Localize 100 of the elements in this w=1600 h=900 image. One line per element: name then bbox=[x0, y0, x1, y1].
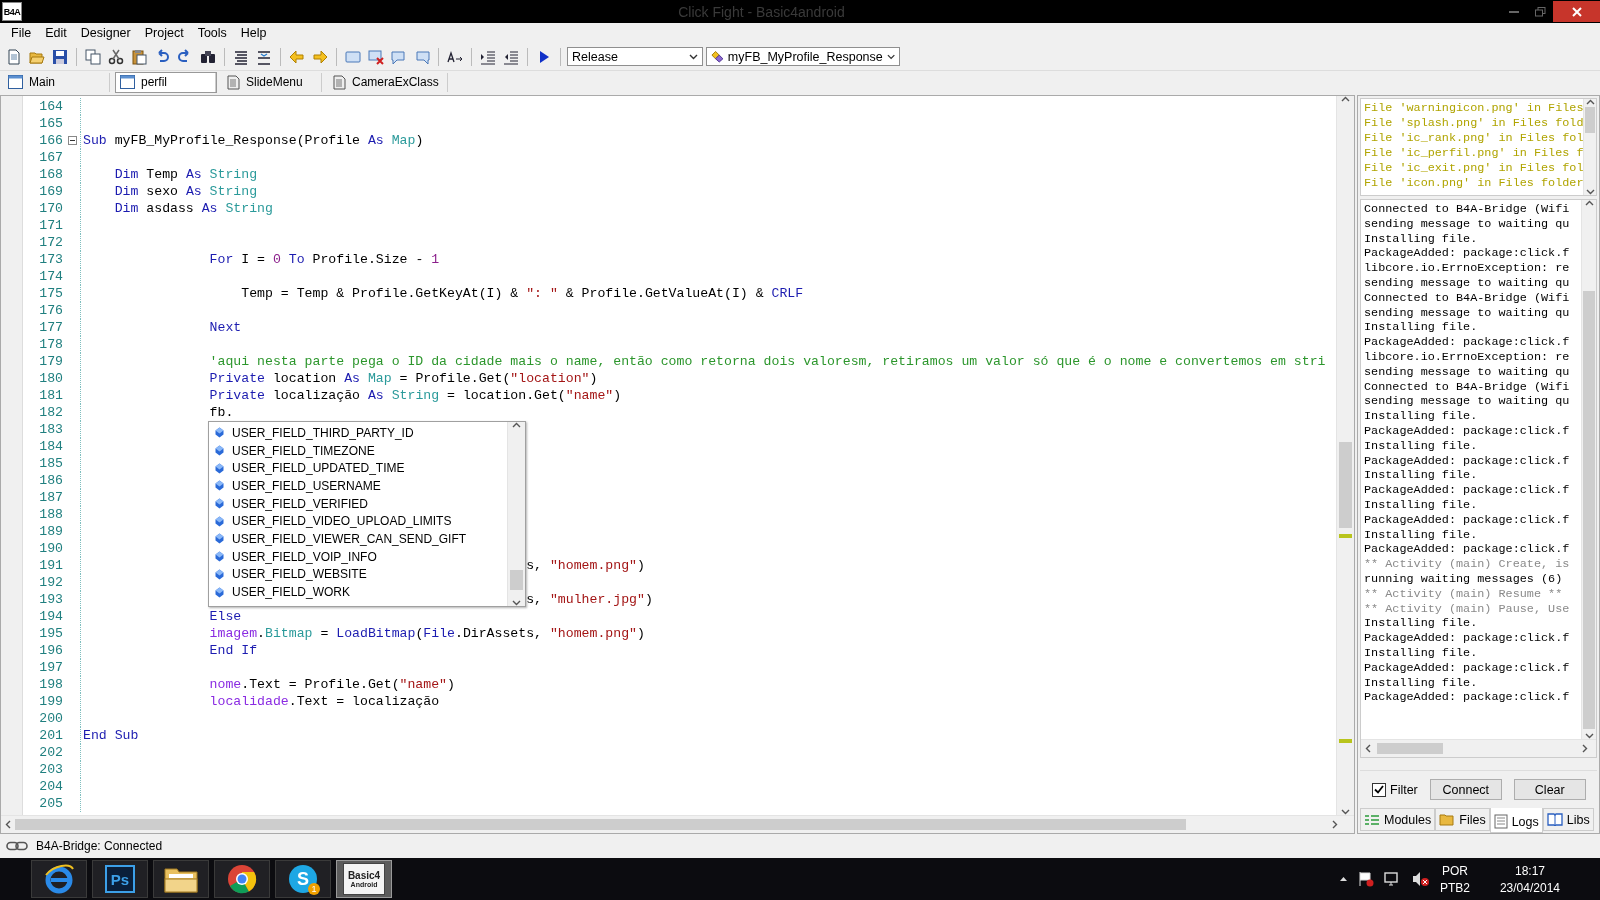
menu-item[interactable]: Help bbox=[233, 26, 274, 40]
panel-tab[interactable]: Modules bbox=[1360, 808, 1436, 831]
module-tab[interactable]: SlideMenu bbox=[222, 72, 322, 92]
panel-button[interactable]: Clear bbox=[1513, 779, 1586, 800]
menu-item[interactable]: Project bbox=[137, 26, 191, 40]
scroll-down-icon[interactable] bbox=[512, 600, 521, 606]
log-line: sending message to waiting qu bbox=[1364, 305, 1571, 321]
autocomplete-item[interactable]: USER_FIELD_WORK bbox=[209, 583, 507, 601]
scroll-down-icon[interactable] bbox=[1585, 189, 1595, 195]
panel-tab[interactable]: Files bbox=[1435, 808, 1490, 831]
log-line: Installing file. bbox=[1364, 497, 1479, 513]
outdent-icon[interactable] bbox=[503, 48, 519, 65]
line-number: 205 bbox=[38, 796, 64, 811]
filter-checkbox[interactable]: Filter bbox=[1372, 782, 1418, 797]
caret-icon[interactable] bbox=[689, 53, 698, 60]
scroll-right-icon[interactable] bbox=[1332, 820, 1338, 829]
scroll-thumb[interactable] bbox=[15, 819, 1186, 830]
flag-icon[interactable] bbox=[1357, 871, 1374, 887]
arrow-right-icon[interactable] bbox=[312, 48, 328, 65]
chevron-up-icon[interactable] bbox=[1338, 876, 1348, 882]
module-tab[interactable]: CameraExClass bbox=[328, 72, 448, 92]
taskbar-button[interactable]: Ps bbox=[92, 860, 148, 898]
scrollbar[interactable] bbox=[1581, 200, 1596, 739]
scroll-left-icon[interactable] bbox=[1365, 744, 1371, 753]
scroll-thumb[interactable] bbox=[1583, 291, 1595, 729]
menu-item[interactable]: Edit bbox=[38, 26, 74, 40]
menu-item[interactable]: Tools bbox=[190, 26, 234, 40]
autocomplete-item[interactable]: USER_FIELD_VIDEO_UPLOAD_LIMITS bbox=[209, 512, 507, 531]
lines-icon[interactable] bbox=[233, 48, 249, 65]
menu-item[interactable]: File bbox=[4, 26, 39, 40]
new-file-icon[interactable] bbox=[6, 48, 22, 65]
line-number: 168 bbox=[38, 167, 64, 182]
scroll-thumb[interactable] bbox=[1585, 107, 1595, 133]
autocomplete-item[interactable]: USER_FIELD_VOIP_INFO bbox=[209, 547, 507, 566]
autocomplete-item[interactable]: USER_FIELD_THIRD_PARTY_ID bbox=[209, 424, 507, 442]
sub-dropdown[interactable]: myFB_MyProfile_Response bbox=[706, 47, 900, 66]
scroll-thumb[interactable] bbox=[510, 570, 523, 590]
line-number: 195 bbox=[38, 626, 64, 641]
scrollbar[interactable] bbox=[507, 422, 525, 606]
field-icon bbox=[215, 445, 224, 457]
clock-date[interactable]: 23/04/2014 bbox=[1499, 880, 1560, 895]
scroll-left-icon[interactable] bbox=[5, 820, 11, 829]
autocomplete-item[interactable]: USER_FIELD_VERIFIED bbox=[209, 494, 507, 513]
indent-icon[interactable] bbox=[480, 48, 496, 65]
line-number: 191 bbox=[38, 558, 64, 573]
scroll-up-icon[interactable] bbox=[1584, 200, 1594, 206]
line-number: 178 bbox=[38, 337, 64, 352]
scroll-up-icon[interactable] bbox=[512, 422, 521, 428]
log-line: sending message to waiting qu bbox=[1364, 364, 1571, 380]
speaker-muted-icon[interactable] bbox=[1411, 871, 1430, 887]
build-config-dropdown[interactable]: Release bbox=[567, 47, 703, 66]
scrollbar[interactable] bbox=[1361, 739, 1596, 757]
scroll-right-icon[interactable] bbox=[1582, 744, 1588, 753]
taskbar-button[interactable] bbox=[31, 860, 87, 898]
language-indicator[interactable]: POR bbox=[1441, 863, 1468, 878]
caret-icon[interactable] bbox=[886, 53, 895, 60]
binoculars-icon[interactable] bbox=[200, 48, 216, 65]
window-cross-icon[interactable] bbox=[368, 48, 384, 65]
speech-left-icon[interactable] bbox=[391, 48, 407, 65]
line-number: 165 bbox=[38, 116, 64, 131]
scrollbar[interactable] bbox=[1583, 99, 1596, 195]
warning-line: File 'icon.png' in Files folder bbox=[1364, 176, 1584, 191]
autocomplete-item[interactable]: USER_FIELD_WEBSITE bbox=[209, 565, 507, 584]
scrollbar[interactable] bbox=[1, 815, 1354, 833]
panel-tab[interactable]: Logs bbox=[1489, 808, 1543, 833]
clock-time[interactable]: 18:17 bbox=[1514, 863, 1545, 878]
scissors-icon[interactable] bbox=[108, 48, 124, 65]
autocomplete-item[interactable]: USER_FIELD_UPDATED_TIME bbox=[209, 459, 507, 478]
copy-icon[interactable] bbox=[85, 48, 101, 65]
scroll-thumb[interactable] bbox=[1377, 743, 1443, 754]
autocomplete-item[interactable]: USER_FIELD_VIEWER_CAN_SEND_GIFT bbox=[209, 530, 507, 548]
speech-right-icon[interactable] bbox=[414, 48, 430, 65]
taskbar-button[interactable] bbox=[214, 860, 270, 898]
close-button[interactable] bbox=[1553, 1, 1600, 22]
collapse-icon[interactable] bbox=[68, 136, 77, 145]
menu-item[interactable]: Designer bbox=[73, 26, 138, 40]
clipboard-icon[interactable] bbox=[131, 48, 147, 65]
panel-tab[interactable]: Libs bbox=[1542, 808, 1594, 831]
scroll-down-icon[interactable] bbox=[1341, 809, 1350, 815]
layout-indicator[interactable]: PTB2 bbox=[1439, 880, 1470, 895]
scroll-up-icon[interactable] bbox=[1341, 96, 1350, 102]
panel-button[interactable]: Connect bbox=[1429, 779, 1502, 800]
autocomplete-item[interactable]: USER_FIELD_USERNAME bbox=[209, 477, 507, 495]
line-number: 167 bbox=[38, 150, 64, 165]
scroll-down-icon[interactable] bbox=[1584, 733, 1594, 739]
module-tab[interactable]: perfil bbox=[116, 72, 216, 92]
scroll-up-icon[interactable] bbox=[1585, 99, 1595, 105]
log-line: Installing file. bbox=[1364, 675, 1479, 691]
module-tab[interactable]: Main bbox=[4, 72, 110, 92]
log-line: PackageAdded: package:click.f bbox=[1364, 453, 1571, 469]
scroll-thumb[interactable] bbox=[1339, 442, 1352, 528]
lines-arrow-icon[interactable] bbox=[256, 48, 272, 65]
save-icon[interactable] bbox=[52, 48, 68, 65]
arrow-left-icon[interactable] bbox=[289, 48, 305, 65]
autocomplete-item[interactable]: USER_FIELD_TIMEZONE bbox=[209, 441, 507, 460]
change-marker bbox=[1339, 534, 1352, 538]
scrollbar[interactable] bbox=[1336, 96, 1354, 815]
code-line: Sub myFB_MyProfile_Response(Profile As Map) bbox=[83, 133, 424, 148]
log-line: PackageAdded: package:click.f bbox=[1364, 483, 1571, 498]
taskbar-button[interactable] bbox=[153, 860, 209, 898]
